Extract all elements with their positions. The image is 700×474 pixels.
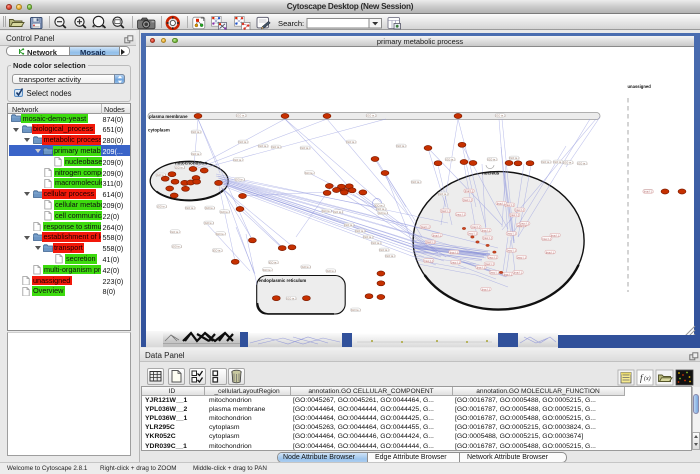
svg-text:[GO te..]: [GO te..]: [412, 180, 422, 184]
svg-text:[nuc l..]: [nuc l..]: [482, 287, 491, 291]
svg-text:[GO te..]: [GO te..]: [235, 177, 245, 181]
svg-text:[nuc l..]: [nuc l..]: [463, 198, 472, 202]
svg-text:[nuc l..]: [nuc l..]: [451, 260, 460, 264]
svg-text:[GO te..]: [GO te..]: [367, 113, 377, 117]
svg-text:[GO te..]: [GO te..]: [269, 260, 279, 264]
svg-text:[GO te..]: [GO te..]: [192, 130, 202, 134]
svg-text:[nuc l..]: [nuc l..]: [450, 250, 459, 254]
svg-text:[GO te..]: [GO te..]: [386, 254, 396, 258]
svg-text:[GO te..]: [GO te..]: [322, 209, 332, 213]
svg-text:[GO te..]: [GO te..]: [397, 144, 407, 148]
svg-text:[nuc l..]: [nuc l..]: [456, 212, 465, 216]
svg-text:[GO te..]: [GO te..]: [171, 229, 181, 233]
svg-text:cytoplasm: cytoplasm: [148, 127, 170, 132]
svg-text:[GO te..]: [GO te..]: [239, 140, 249, 144]
svg-text:Search:: Search:: [278, 18, 304, 27]
svg-text:[nuc l..]: [nuc l..]: [517, 255, 526, 259]
svg-text:[GO te..]: [GO te..]: [554, 160, 564, 164]
svg-text:[GO te..]: [GO te..]: [377, 207, 387, 211]
svg-text:endoplasmic reticulum: endoplasmic reticulum: [259, 278, 307, 283]
svg-text:[nuc l..]: [nuc l..]: [546, 250, 555, 254]
svg-text:[GO te..]: [GO te..]: [372, 241, 382, 245]
svg-text:[GO te..]: [GO te..]: [380, 248, 390, 252]
svg-text:[nuc l..]: [nuc l..]: [421, 225, 430, 229]
svg-text:[nuc l..]: [nuc l..]: [426, 240, 435, 244]
svg-text:[GO te..]: [GO te..]: [287, 296, 297, 300]
svg-text:[GO te..]: [GO te..]: [446, 157, 456, 161]
svg-text:[GO te..]: [GO te..]: [496, 113, 506, 117]
svg-text:[nuc l..]: [nuc l..]: [644, 189, 653, 193]
svg-text:[nuc l..]: [nuc l..]: [516, 208, 525, 212]
svg-text:[GO te..]: [GO te..]: [326, 269, 336, 273]
svg-text:[GO te..]: [GO te..]: [259, 144, 269, 148]
svg-text:[nuc l..]: [nuc l..]: [507, 231, 516, 235]
svg-text:[nuc l..]: [nuc l..]: [468, 231, 477, 235]
svg-text:[GO te..]: [GO te..]: [564, 160, 574, 164]
svg-text:[nuc l..]: [nuc l..]: [504, 272, 513, 276]
svg-text:[nuc l..]: [nuc l..]: [472, 225, 481, 229]
svg-text:[GO te..]: [GO te..]: [364, 235, 374, 239]
svg-text:[GO te..]: [GO te..]: [186, 206, 196, 210]
svg-text:[nuc l..]: [nuc l..]: [551, 233, 560, 237]
svg-text:[GO te..]: [GO te..]: [205, 206, 215, 210]
svg-text:[nuc l..]: [nuc l..]: [485, 262, 494, 266]
svg-text:[nuc l..]: [nuc l..]: [483, 236, 492, 240]
svg-text:[GO te..]: [GO te..]: [510, 156, 520, 160]
svg-text:[GO te..]: [GO te..]: [301, 265, 311, 269]
svg-text:[nuc l..]: [nuc l..]: [510, 213, 519, 217]
svg-text:[GO te..]: [GO te..]: [234, 157, 244, 161]
svg-text:[GO te..]: [GO te..]: [333, 209, 343, 213]
svg-text:[nuc l..]: [nuc l..]: [543, 236, 552, 240]
svg-text:[GO te..]: [GO te..]: [345, 223, 355, 227]
svg-text:[GO te..]: [GO te..]: [301, 146, 311, 150]
svg-text:[GO te..]: [GO te..]: [378, 211, 388, 215]
svg-text:[nuc l..]: [nuc l..]: [507, 248, 516, 252]
svg-text:[GO te..]: [GO te..]: [157, 204, 167, 208]
svg-text:[nuc l..]: [nuc l..]: [433, 233, 442, 237]
svg-text:[GO te..]: [GO te..]: [237, 113, 247, 117]
svg-text:[nuc l..]: [nuc l..]: [514, 270, 523, 274]
svg-text:[GO te..]: [GO te..]: [542, 160, 552, 164]
svg-text:[GO te..]: [GO te..]: [192, 151, 202, 155]
svg-text:[GO te..]: [GO te..]: [213, 248, 223, 252]
svg-text:[GO te..]: [GO te..]: [216, 231, 226, 235]
svg-text:[GO te..]: [GO te..]: [220, 209, 230, 213]
svg-text:[nuc l..]: [nuc l..]: [482, 228, 491, 232]
svg-text:[nuc l..]: [nuc l..]: [441, 209, 450, 213]
svg-text:plasma membrane: plasma membrane: [149, 113, 188, 118]
svg-text:[GO te..]: [GO te..]: [351, 308, 361, 312]
svg-text:[nuc l..]: [nuc l..]: [465, 189, 474, 193]
svg-text:mitochondrion: mitochondrion: [175, 160, 207, 165]
svg-text:[nuc l..]: [nuc l..]: [490, 270, 499, 274]
svg-text:[nuc l..]: [nuc l..]: [497, 201, 506, 205]
svg-text:unassigned: unassigned: [628, 84, 652, 89]
svg-text:nucleus: nucleus: [482, 170, 500, 175]
svg-text:[GO te..]: [GO te..]: [347, 140, 357, 144]
svg-text:[GO te..]: [GO te..]: [578, 161, 588, 165]
svg-text:[GO te..]: [GO te..]: [488, 157, 498, 161]
svg-text:[GO te..]: [GO te..]: [272, 145, 282, 149]
svg-text:[nuc l..]: [nuc l..]: [521, 221, 530, 225]
svg-text:[GO te..]: [GO te..]: [172, 244, 182, 248]
svg-text:[GO te..]: [GO te..]: [263, 267, 273, 271]
svg-text:[nuc l..]: [nuc l..]: [505, 203, 514, 207]
svg-text:[GO te..]: [GO te..]: [175, 165, 185, 169]
svg-text:(x): (x): [644, 375, 651, 382]
svg-text:[GO te..]: [GO te..]: [204, 221, 214, 225]
svg-text:[GO te..]: [GO te..]: [356, 229, 366, 233]
svg-text:[nuc l..]: [nuc l..]: [424, 258, 433, 262]
svg-text:[GO te..]: [GO te..]: [439, 192, 449, 196]
svg-text:[nuc l..]: [nuc l..]: [489, 255, 498, 259]
svg-text:[nuc l..]: [nuc l..]: [477, 265, 486, 269]
svg-text:[GO te..]: [GO te..]: [305, 170, 315, 174]
